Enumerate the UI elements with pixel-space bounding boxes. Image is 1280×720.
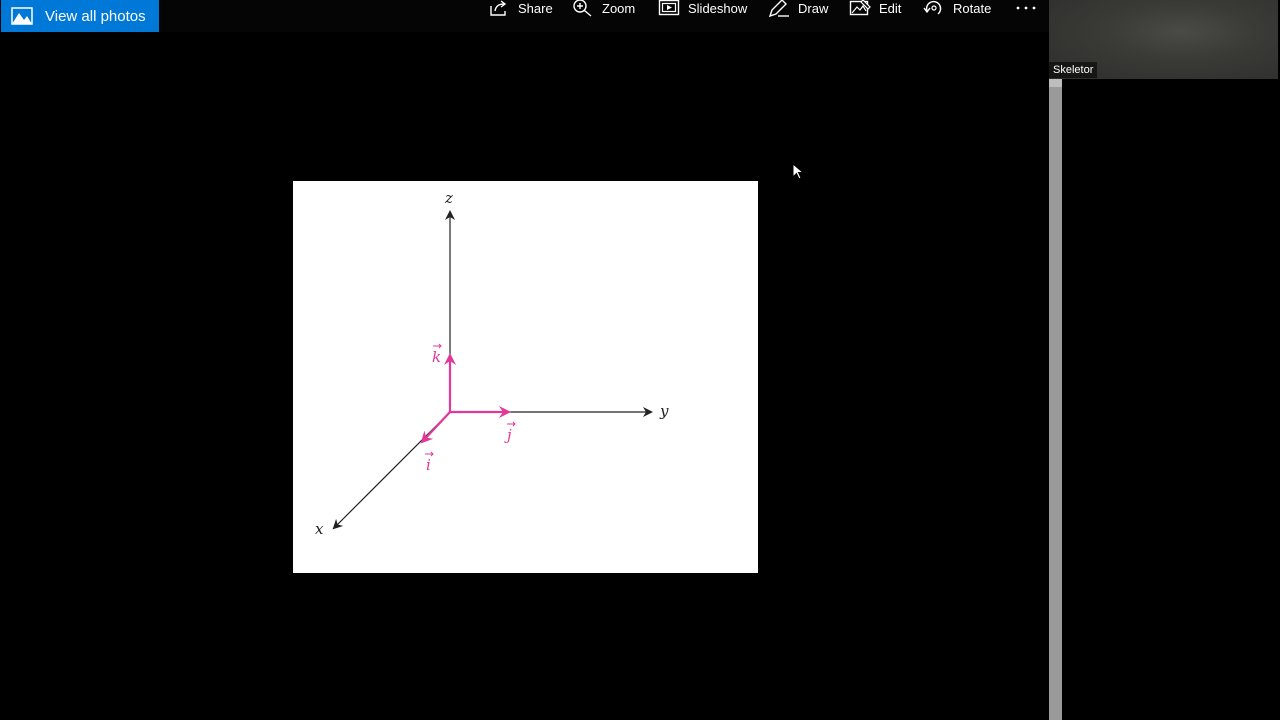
mouse-cursor-icon: [792, 163, 805, 180]
slideshow-icon: [658, 0, 680, 16]
more-options-button[interactable]: [1014, 0, 1038, 18]
photos-icon: [11, 7, 33, 25]
edit-image-icon: [849, 0, 871, 16]
more-horizontal-icon: [1016, 6, 1036, 10]
slideshow-label: Slideshow: [688, 0, 748, 16]
k-vector-label: k: [432, 348, 441, 366]
vertical-scrollbar[interactable]: [1049, 79, 1062, 720]
rotate-button[interactable]: Rotate: [923, 0, 991, 16]
y-axis-label: y: [659, 402, 669, 420]
draw-label: Draw: [798, 0, 829, 16]
photo-viewer-image: z y x k j i: [293, 181, 758, 573]
edit-label: Edit: [879, 0, 902, 16]
zoom-icon: [573, 0, 592, 17]
view-all-photos-button[interactable]: View all photos: [1, 0, 159, 32]
photos-app-window: View all photos Share Zoom Slideshow Dra…: [0, 0, 1049, 720]
i-vector: [420, 411, 451, 444]
view-all-photos-label: View all photos: [45, 7, 146, 25]
x-axis-label: x: [315, 520, 324, 538]
participant-name: Skeletor: [1049, 62, 1098, 78]
slideshow-button[interactable]: Slideshow: [658, 0, 747, 16]
share-icon: [490, 0, 507, 16]
rotate-label: Rotate: [953, 0, 992, 16]
top-toolbar: View all photos Share Zoom Slideshow Dra…: [0, 0, 1049, 32]
pen-icon: [768, 0, 789, 17]
share-label: Share: [518, 0, 553, 16]
rotate-icon: [923, 0, 942, 15]
j-vector-label: j: [504, 426, 512, 444]
zoom-label: Zoom: [602, 0, 636, 16]
share-button[interactable]: Share: [488, 0, 553, 16]
coordinate-axes-figure: z y x k j i: [315, 189, 669, 538]
z-axis-label: z: [444, 189, 453, 207]
edit-button[interactable]: Edit: [849, 0, 901, 16]
scrollbar-thumb[interactable]: [1049, 79, 1062, 87]
i-vector-label: i: [426, 456, 431, 474]
draw-button[interactable]: Draw: [768, 0, 829, 17]
side-panel: [1049, 0, 1280, 720]
zoom-button[interactable]: Zoom: [572, 0, 636, 17]
